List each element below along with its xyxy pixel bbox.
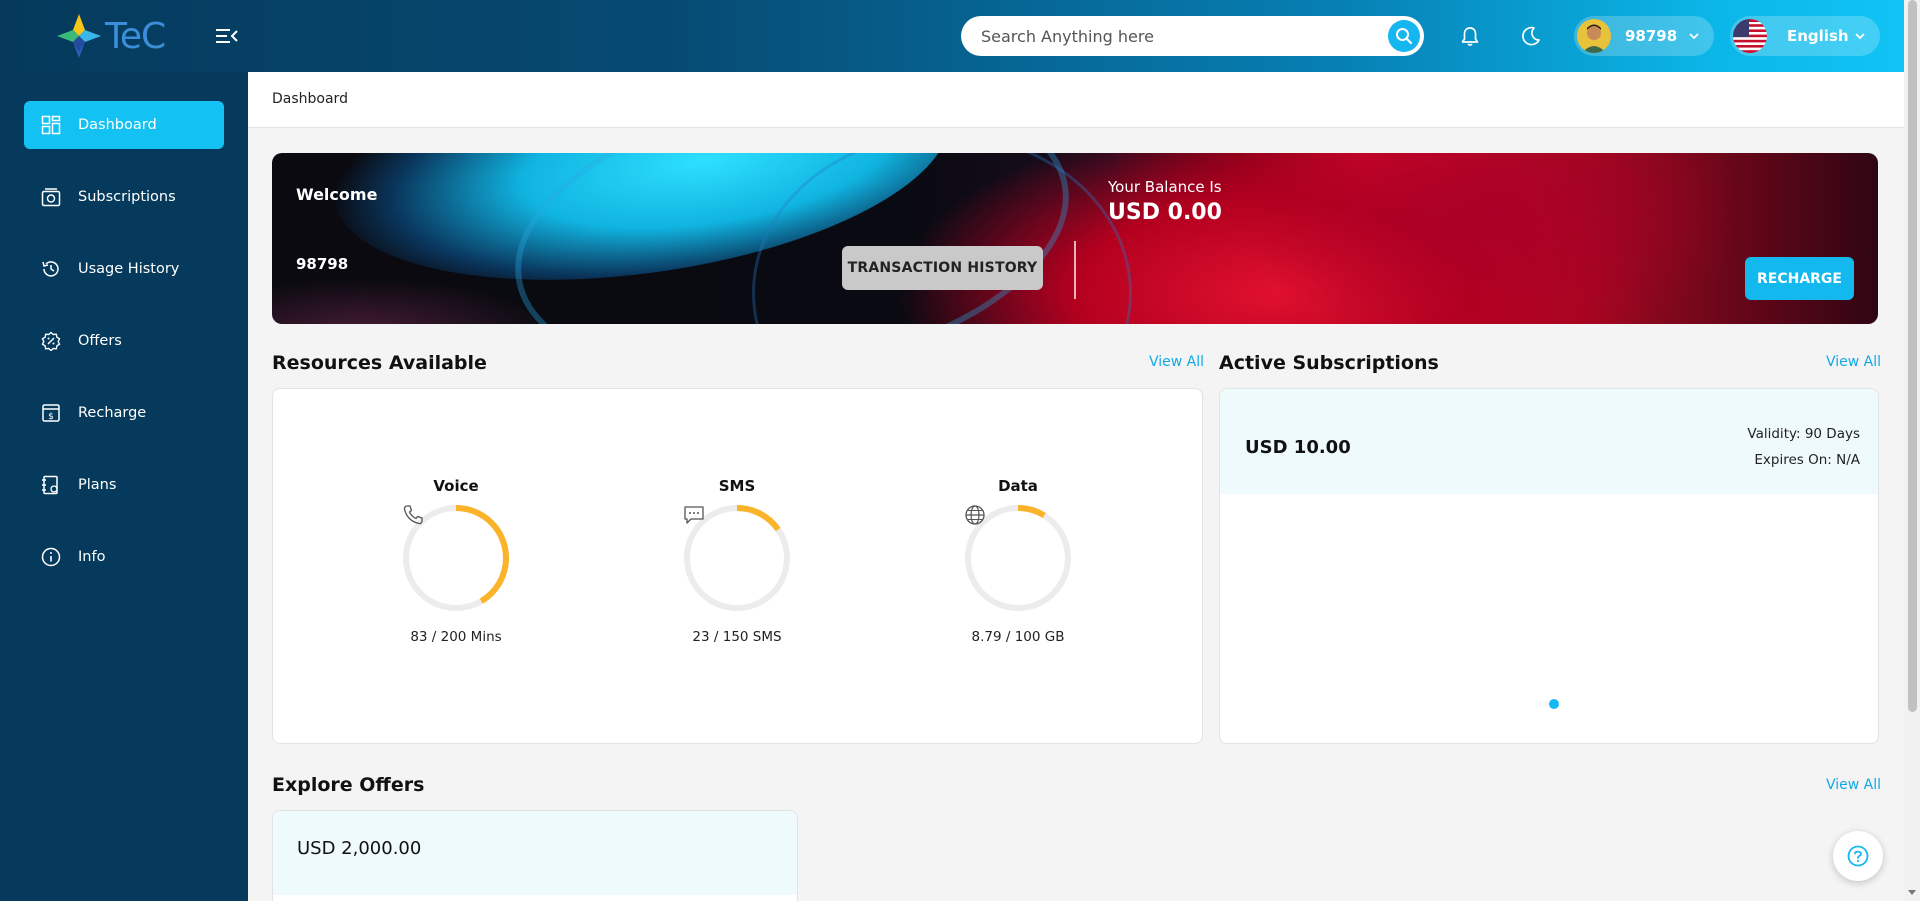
user-id: 98798 xyxy=(1625,27,1678,45)
offers-title: Explore Offers xyxy=(272,774,425,796)
offers-view-all-link[interactable]: View All xyxy=(1826,777,1881,793)
recharge-icon: $ xyxy=(40,402,62,424)
us-flag-icon xyxy=(1733,19,1767,53)
sidebar-item-info[interactable]: Info xyxy=(24,533,224,581)
breadcrumb-current: Dashboard xyxy=(272,91,348,107)
sidebar-item-dashboard[interactable]: Dashboard xyxy=(24,101,224,149)
search-button[interactable] xyxy=(1388,20,1420,52)
help-icon xyxy=(1847,845,1869,867)
resources-title: Resources Available xyxy=(272,352,487,374)
sms-gauge: SMS 23 / 150 SMS xyxy=(682,477,792,645)
gauge-value: 23 / 150 SMS xyxy=(692,629,782,645)
sidebar-item-subscriptions[interactable]: Subscriptions xyxy=(24,173,224,221)
sidebar-item-label: Offers xyxy=(78,333,122,349)
offer-header: USD 2,000.00 xyxy=(273,811,797,895)
search-icon xyxy=(1396,28,1413,45)
theme-toggle-button[interactable] xyxy=(1517,22,1545,50)
help-button[interactable] xyxy=(1833,831,1883,881)
resources-view-all-link[interactable]: View All xyxy=(1149,354,1204,370)
sidebar-item-label: Info xyxy=(78,549,106,565)
logo-mark-icon xyxy=(57,14,101,58)
subscriptions-icon xyxy=(40,186,62,208)
breadcrumb: Dashboard xyxy=(248,72,1904,128)
user-menu[interactable]: 98798 xyxy=(1574,16,1714,56)
gauge-value: 8.79 / 100 GB xyxy=(971,629,1065,645)
chat-icon xyxy=(684,506,704,524)
carousel-dot[interactable] xyxy=(1549,699,1559,709)
moon-icon xyxy=(1522,26,1540,46)
transaction-history-button[interactable]: TRANSACTION HISTORY xyxy=(842,246,1043,290)
gauge-ring xyxy=(682,503,792,613)
subscriptions-title: Active Subscriptions xyxy=(1219,352,1439,374)
offer-card[interactable]: USD 2,000.00 xyxy=(272,810,798,901)
scrollbar-thumb[interactable] xyxy=(1908,0,1917,712)
chevron-down-icon xyxy=(1855,33,1865,40)
validity-text: Validity: 90 Days xyxy=(1747,426,1860,442)
language-label: English xyxy=(1787,27,1849,45)
offer-price: USD 2,000.00 xyxy=(297,838,422,859)
subscriptions-card: USD 10.00 Validity: 90 Days Expires On: … xyxy=(1219,388,1879,744)
top-bar: TeC Search Anything here 98798 English xyxy=(0,0,1904,72)
voice-gauge: Voice 83 / 200 Mins xyxy=(401,477,511,645)
logo[interactable]: TeC xyxy=(55,12,185,60)
logo-text: TeC xyxy=(105,15,166,57)
search-bar xyxy=(961,16,1424,56)
balance-banner: Welcome 98798 TRANSACTION HISTORY Your B… xyxy=(272,153,1878,324)
banner-divider xyxy=(1074,241,1076,299)
balance-label: Your Balance Is xyxy=(1108,178,1222,196)
gauge-label: Voice xyxy=(433,477,479,495)
gauge-value: 83 / 200 Mins xyxy=(410,629,502,645)
sidebar-item-recharge[interactable]: $ Recharge xyxy=(24,389,224,437)
plans-icon xyxy=(40,474,62,496)
sidebar-item-label: Plans xyxy=(78,477,117,493)
avatar xyxy=(1577,19,1611,53)
history-icon xyxy=(40,258,62,280)
sidebar-item-label: Dashboard xyxy=(78,117,157,133)
globe-icon xyxy=(965,505,985,525)
phone-icon xyxy=(403,505,423,525)
search-input[interactable] xyxy=(961,26,1361,46)
gauge-ring xyxy=(963,503,1073,613)
offers-icon xyxy=(40,330,62,352)
dashboard-icon xyxy=(40,114,62,136)
sidebar: Dashboard Subscriptions Usage History Of… xyxy=(0,72,248,901)
sidebar-item-offers[interactable]: Offers xyxy=(24,317,224,365)
info-icon xyxy=(40,546,62,568)
subscription-price: USD 10.00 xyxy=(1245,437,1351,458)
sidebar-item-usage-history[interactable]: Usage History xyxy=(24,245,224,293)
page-scrollbar[interactable] xyxy=(1904,0,1920,901)
notifications-button[interactable] xyxy=(1456,22,1484,50)
bell-icon xyxy=(1461,27,1479,46)
menu-collapse-button[interactable] xyxy=(214,24,240,48)
language-selector[interactable]: English xyxy=(1730,16,1880,56)
scroll-down-arrow[interactable] xyxy=(1908,890,1916,895)
subscriptions-view-all-link[interactable]: View All xyxy=(1826,354,1881,370)
subscription-item[interactable]: USD 10.00 Validity: 90 Days Expires On: … xyxy=(1220,389,1878,494)
gauge-label: SMS xyxy=(718,477,756,495)
recharge-button[interactable]: RECHARGE xyxy=(1745,257,1854,300)
svg-text:$: $ xyxy=(48,412,54,422)
sidebar-item-label: Subscriptions xyxy=(78,189,176,205)
account-id: 98798 xyxy=(296,255,349,273)
expires-text: Expires On: N/A xyxy=(1754,452,1860,468)
data-gauge: Data 8.79 / 100 GB xyxy=(963,477,1073,645)
sidebar-item-plans[interactable]: Plans xyxy=(24,461,224,509)
subscription-validity: Validity: 90 Days Expires On: N/A xyxy=(1747,421,1860,473)
chevron-down-icon xyxy=(1689,33,1699,40)
welcome-text: Welcome xyxy=(296,185,378,204)
resources-card: Voice 83 / 200 Mins SMS 23 / 150 SMS Dat… xyxy=(272,388,1203,744)
sidebar-item-label: Recharge xyxy=(78,405,147,421)
sidebar-item-label: Usage History xyxy=(78,261,180,277)
gauge-ring xyxy=(401,503,511,613)
menu-collapse-icon xyxy=(216,29,238,43)
balance-value: USD 0.00 xyxy=(1108,200,1222,225)
gauge-label: Data xyxy=(998,477,1038,495)
